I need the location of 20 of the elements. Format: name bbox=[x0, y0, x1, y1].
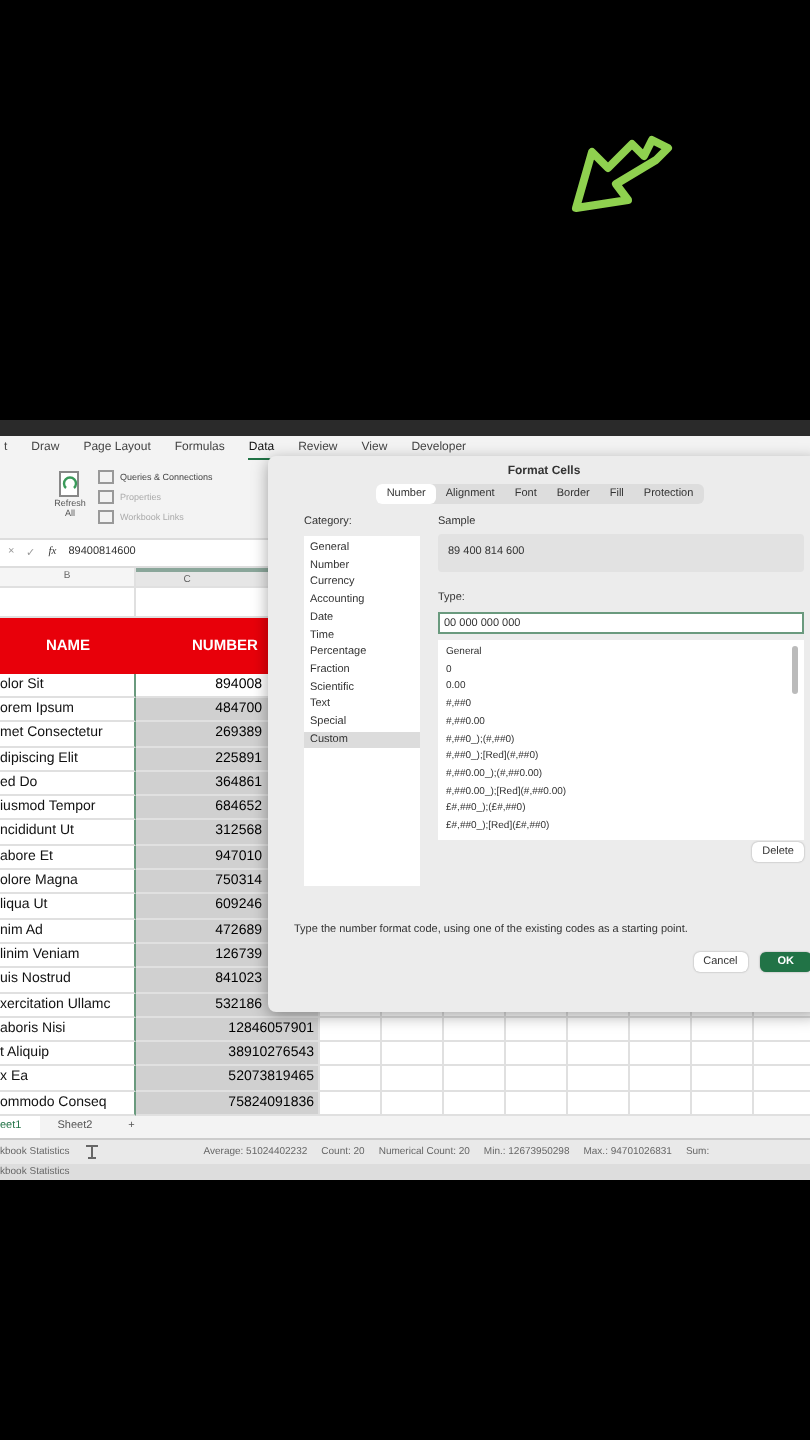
empty-cell bbox=[506, 1017, 568, 1043]
empty-cell bbox=[382, 1066, 444, 1092]
refresh-icon bbox=[56, 469, 84, 498]
empty-cell bbox=[444, 1042, 506, 1067]
empty-cell bbox=[692, 1017, 754, 1043]
empty-cell bbox=[444, 1066, 506, 1092]
empty-cell bbox=[630, 1066, 692, 1092]
empty-cell bbox=[630, 1042, 692, 1067]
empty-cell bbox=[382, 1017, 444, 1043]
empty-cell bbox=[506, 1066, 568, 1092]
empty-cell bbox=[630, 1017, 692, 1043]
empty-cell bbox=[506, 1042, 568, 1067]
empty-cell bbox=[692, 1042, 754, 1067]
empty-cell bbox=[692, 1066, 754, 1092]
empty-cell bbox=[568, 1042, 630, 1067]
empty-cell bbox=[568, 1017, 630, 1043]
empty-cell bbox=[568, 1066, 630, 1092]
scrollbar-thumb[interactable] bbox=[792, 646, 798, 694]
empty-cell bbox=[444, 1017, 506, 1043]
empty-cell bbox=[382, 1042, 444, 1067]
